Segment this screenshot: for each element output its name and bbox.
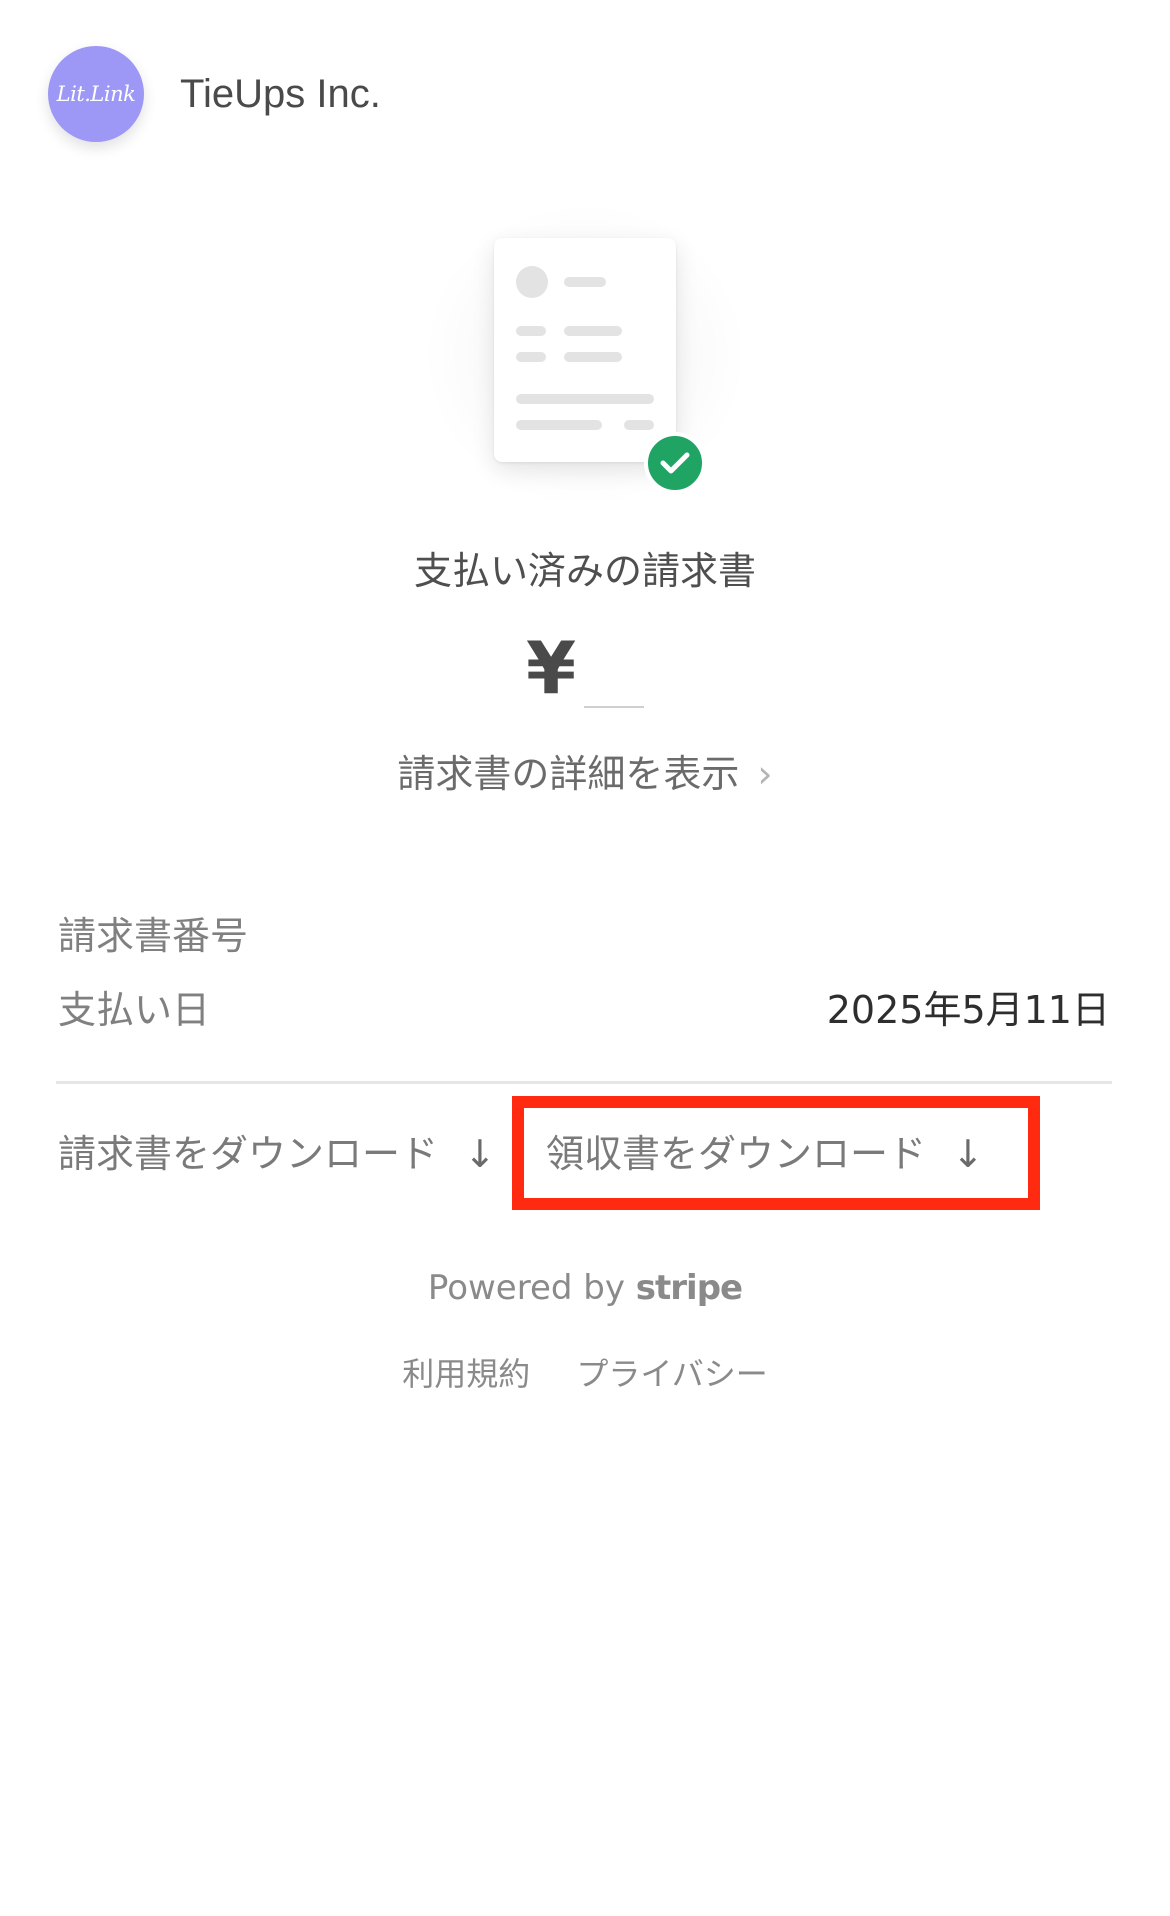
- currency-symbol: ¥: [525, 626, 577, 710]
- invoice-number-label: 請求書番号: [58, 914, 249, 958]
- invoice-amount: ¥: [0, 628, 1170, 708]
- illustration-line: [564, 326, 622, 336]
- illustration-line: [564, 352, 622, 362]
- merchant-name: TieUps Inc.: [180, 72, 381, 116]
- illustration-line: [564, 277, 606, 287]
- payment-date-value: 2025年5月11日: [826, 988, 1110, 1032]
- download-arrow-icon: ↓: [464, 1132, 496, 1176]
- stripe-logo: stripe: [635, 1268, 743, 1308]
- powered-by-stripe[interactable]: Powered by stripe: [0, 1266, 1170, 1310]
- illustration-line: [516, 394, 654, 404]
- logo-text: Lit.Link: [56, 82, 136, 106]
- download-invoice-button[interactable]: 請求書をダウンロード ↓: [58, 1128, 496, 1180]
- paid-check-icon: [644, 432, 706, 494]
- privacy-link[interactable]: プライバシー: [576, 1352, 767, 1396]
- amount-redacted: [584, 696, 645, 708]
- illustration-line: [624, 420, 654, 430]
- illustration-line: [516, 420, 602, 430]
- chevron-right-icon: ›: [757, 752, 773, 796]
- divider: [56, 1081, 1112, 1084]
- powered-by-label: Powered by: [427, 1268, 625, 1308]
- illustration-dot: [516, 266, 548, 298]
- highlight-box: [512, 1096, 1040, 1210]
- terms-link[interactable]: 利用規約: [402, 1352, 530, 1396]
- merchant-logo: Lit.Link: [48, 46, 144, 142]
- view-invoice-details-label: 請求書の詳細を表示: [397, 752, 740, 796]
- illustration-line: [516, 352, 546, 362]
- download-invoice-label: 請求書をダウンロード: [58, 1132, 439, 1176]
- view-invoice-details-link[interactable]: 請求書の詳細を表示 ›: [0, 748, 1170, 800]
- payment-date-label: 支払い日: [58, 988, 211, 1032]
- invoice-status-title: 支払い済みの請求書: [413, 549, 756, 593]
- invoice-illustration: [494, 238, 676, 462]
- footer-links: 利用規約 プライバシー: [0, 1352, 1170, 1396]
- illustration-line: [516, 326, 546, 336]
